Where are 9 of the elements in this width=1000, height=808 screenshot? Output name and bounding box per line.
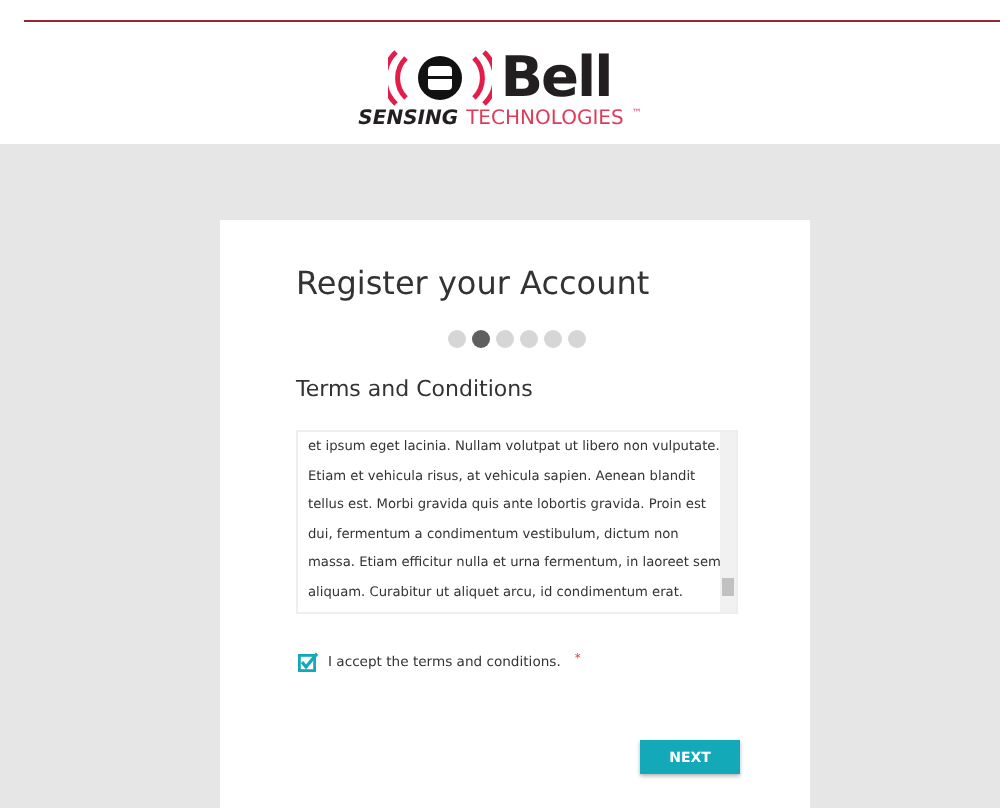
- section-title: Terms and Conditions: [296, 376, 535, 402]
- scrollbar-thumb[interactable]: [722, 578, 734, 596]
- logo-tagline: TECHNOLOGIES: [466, 108, 624, 130]
- logo-tagline: SENSING: [358, 108, 459, 130]
- logo-icon: [388, 50, 493, 106]
- card-title: Register your Account: [296, 264, 652, 302]
- checkbox[interactable]: [298, 652, 318, 672]
- logo-wordmark: Bell: [500, 50, 612, 106]
- scrollbar[interactable]: [720, 432, 736, 612]
